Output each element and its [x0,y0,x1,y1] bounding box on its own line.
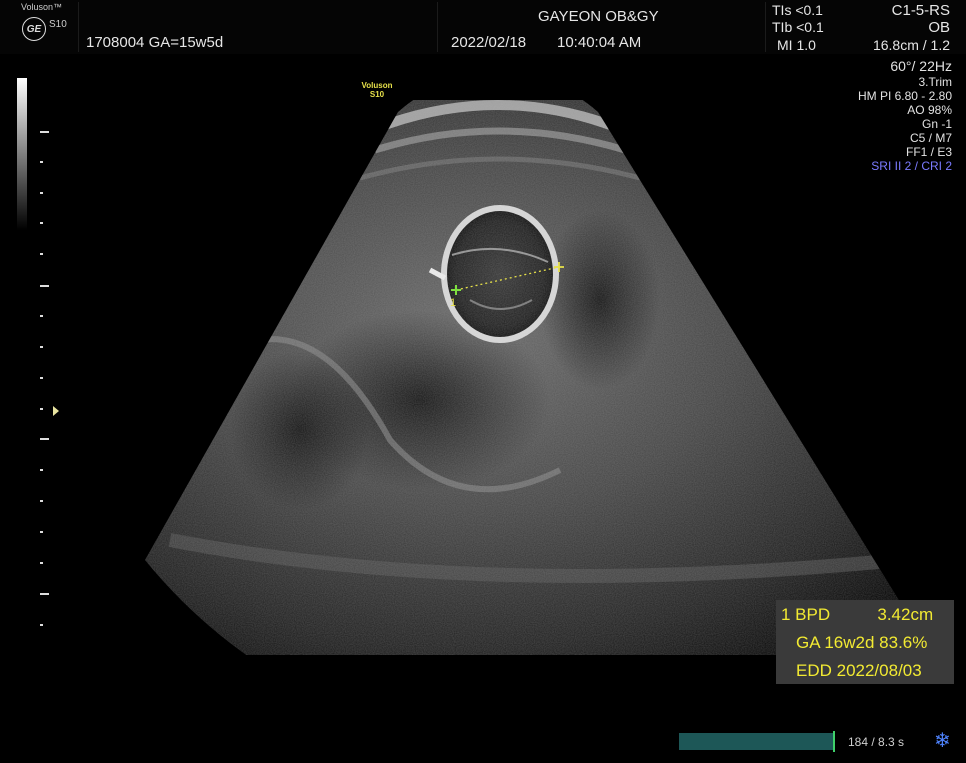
patient-id: 1708004 GA=15w5d [86,34,224,51]
exam-date: 2022/02/18 [451,34,527,51]
exam-time: 10:40:04 AM [557,34,642,51]
probe-name: C1-5-RS [891,2,950,19]
measurement-box: 1 BPD 3.42cm GA 16w2d 83.6% EDD 2022/08/… [776,600,954,684]
image-watermark: Voluson S10 [352,81,402,99]
header-divider [437,2,438,52]
thermal-index-bone: TIb <0.1 [772,19,824,35]
edd-estimate: EDD 2022/08/03 [796,661,922,680]
caliper-number-label: 1 [450,297,457,309]
ge-logo-icon: GE [22,17,46,41]
application-preset: OB [928,19,950,36]
model-label: S10 [49,19,67,30]
watermark-model: S10 [369,90,385,99]
header-bar: Voluson™ GE S10 1708004 GA=15w5d GAYEON … [0,0,966,54]
ga-estimate: GA 16w2d 83.6% [796,633,928,652]
cine-status: 184 / 8.3 s [848,735,905,749]
ultrasound-image[interactable] [0,55,966,655]
snowflake-icon[interactable]: ❄ [934,728,951,753]
brand-label: Voluson™ [21,2,63,12]
institution-name: GAYEON OB&GY [538,8,659,25]
thermal-index-soft: TIs <0.1 [772,2,823,18]
cine-position-marker[interactable] [833,731,835,752]
mechanical-index: MI 1.0 [777,37,816,53]
cine-buffer-bar[interactable] [679,733,834,750]
header-divider [78,2,79,52]
bpd-measurement: 1 BPD 3.42cm [781,605,934,624]
header-divider [765,2,766,52]
watermark-brand: Voluson [361,81,393,90]
depth-scale: 16.8cm / 1.2 [872,37,950,53]
